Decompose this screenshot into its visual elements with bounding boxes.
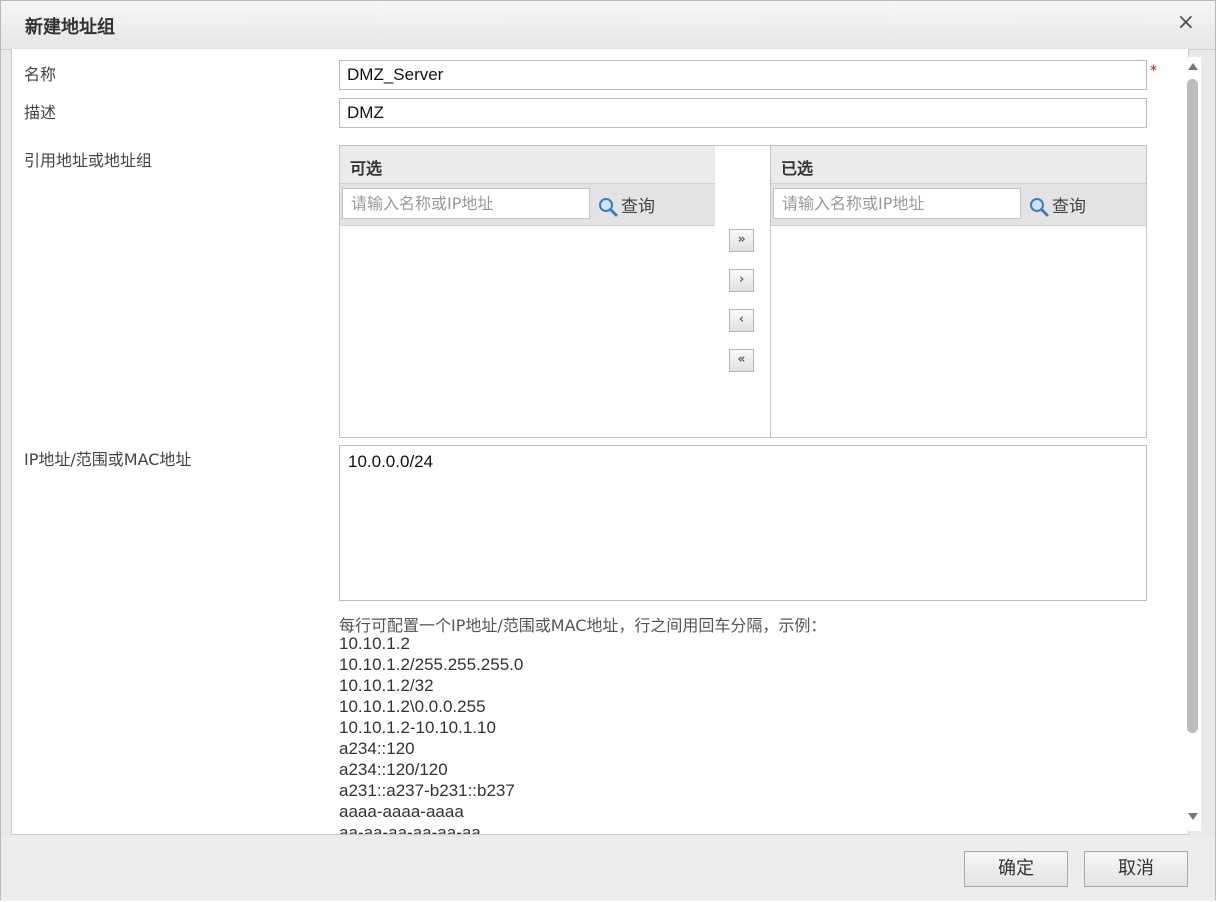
scroll-down-icon[interactable] [1188,813,1198,820]
available-search-bar: 查询 [340,184,715,226]
scroll-up-icon[interactable] [1188,63,1198,70]
example-line: a231::a237-b231::b237 [339,781,515,800]
example-line: 10.10.1.2-10.10.1.10 [339,718,496,737]
available-search-input[interactable] [342,188,590,219]
name-input[interactable]: DMZ_Server [339,60,1147,90]
example-line: a234::120/120 [339,760,448,779]
search-icon [1030,198,1049,217]
dialog-title: 新建地址组 [25,17,115,38]
scrollbar-thumb[interactable] [1187,79,1198,733]
selected-header: 已选 [771,146,1146,184]
description-input[interactable]: DMZ [339,98,1147,128]
example-line: a234::120 [339,739,415,758]
available-list[interactable] [340,226,715,436]
selected-query-button[interactable]: 查询 [1029,192,1086,217]
format-hint: 每行可配置一个IP地址/范围或MAC地址，行之间用回车分隔，示例： [339,616,827,635]
add-all-button[interactable]: » [729,229,754,252]
ip-address-label: IP地址/范围或MAC地址 [24,450,192,469]
remove-all-button[interactable]: « [729,349,754,372]
example-line: aaaa-aaaa-aaaa [339,802,464,821]
ok-button[interactable]: 确定 [964,851,1068,887]
selected-list[interactable] [771,226,1146,436]
example-line: 10.10.1.2\0.0.0.255 [339,697,486,716]
new-address-group-dialog: 新建地址组 × 名称 DMZ_Server * 描述 DMZ 引用地址或地址组 … [0,0,1216,901]
remove-button[interactable]: ‹ [729,309,754,332]
selected-query-label: 查询 [1052,197,1086,217]
ip-address-textarea[interactable]: 10.0.0.0/24 [339,445,1147,601]
available-header: 可选 [340,146,715,184]
dialog-footer: 确定 取消 [1,837,1215,901]
transfer-buttons: » › ‹ « [715,145,771,438]
search-icon [599,198,618,217]
description-label: 描述 [24,103,57,122]
add-button[interactable]: › [729,269,754,292]
example-line: 10.10.1.2/32 [339,676,434,695]
available-query-button[interactable]: 查询 [598,192,655,217]
selected-search-input[interactable] [773,188,1021,219]
dialog-titlebar: 新建地址组 × [1,1,1215,50]
example-line: aa-aa-aa-aa-aa-aa [339,823,481,835]
available-query-label: 查询 [621,197,655,217]
dialog-content: 名称 DMZ_Server * 描述 DMZ 引用地址或地址组 可选 查询 » [11,49,1189,835]
required-mark: * [1150,63,1157,79]
name-label: 名称 [24,65,57,84]
available-panel: 可选 查询 [339,145,716,438]
cancel-button[interactable]: 取消 [1084,851,1188,887]
vertical-scrollbar[interactable] [1183,57,1201,831]
example-line: 10.10.1.2/255.255.255.0 [339,655,524,674]
reference-label: 引用地址或地址组 [24,151,153,170]
close-icon[interactable]: × [1177,10,1195,35]
selected-panel: 已选 查询 [770,145,1147,438]
selected-search-bar: 查询 [771,184,1146,226]
example-line: 10.10.1.2 [339,634,410,653]
